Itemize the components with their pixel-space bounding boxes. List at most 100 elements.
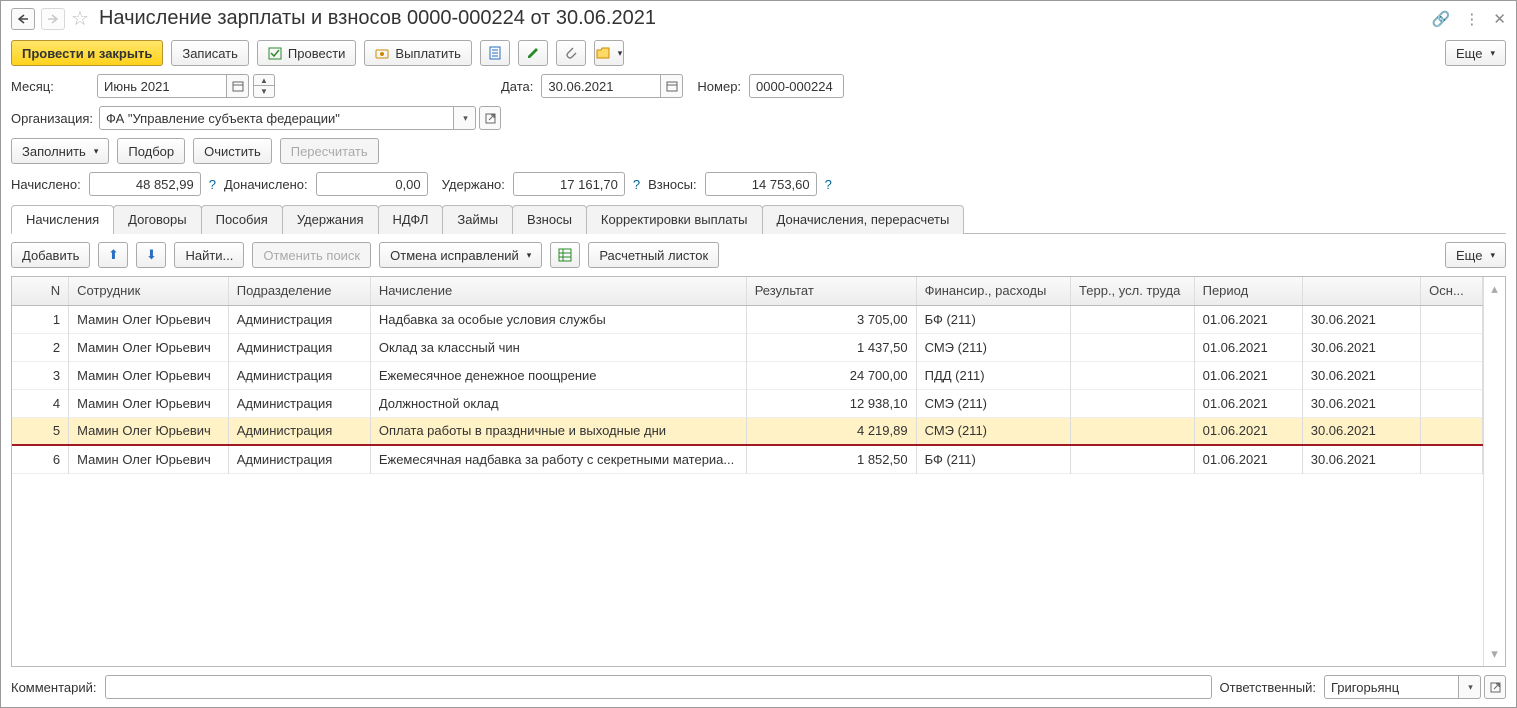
tab-1[interactable]: Договоры [113, 205, 201, 234]
move-up-button[interactable]: ⬆ [98, 242, 128, 268]
cell-n: 2 [12, 333, 69, 361]
scrollbar[interactable]: ▴ ▾ [1483, 277, 1505, 666]
number-input[interactable]: 0000-000224 [749, 74, 844, 98]
arrow-down-icon: ⬇ [146, 247, 157, 263]
col-period-end[interactable] [1302, 277, 1420, 305]
table-row[interactable]: 5Мамин Олег ЮрьевичАдминистрацияОплата р… [12, 417, 1483, 445]
link-icon[interactable]: 🔗 [1432, 10, 1451, 28]
table-row[interactable]: 1Мамин Олег ЮрьевичАдминистрацияНадбавка… [12, 305, 1483, 333]
col-period[interactable]: Период [1194, 277, 1302, 305]
month-input[interactable]: Июнь 2021 [97, 74, 227, 98]
col-employee[interactable]: Сотрудник [69, 277, 229, 305]
save-button[interactable]: Записать [171, 40, 249, 66]
fill-button[interactable]: Заполнить ▾ [11, 138, 109, 164]
tab-5[interactable]: Займы [442, 205, 513, 234]
cell-osn [1421, 361, 1483, 389]
arrow-left-icon [17, 14, 29, 24]
cell-dept: Администрация [228, 305, 370, 333]
arrow-right-icon [47, 14, 59, 24]
comment-input[interactable] [105, 675, 1212, 699]
nav-back-button[interactable] [11, 8, 35, 30]
open-icon [485, 113, 496, 124]
col-fin[interactable]: Финансир., расходы [916, 277, 1070, 305]
cell-result: 3 705,00 [746, 305, 916, 333]
responsible-open-button[interactable] [1484, 675, 1506, 699]
org-input[interactable]: ФА "Управление субъекта федерации" [99, 106, 454, 130]
add-button[interactable]: Добавить [11, 242, 90, 268]
pay-button[interactable]: Выплатить [364, 40, 472, 66]
page-title: Начисление зарплаты и взносов 0000-00022… [99, 7, 1426, 30]
help-icon[interactable]: ? [825, 177, 832, 192]
tab-6[interactable]: Взносы [512, 205, 587, 234]
cell-dept: Администрация [228, 417, 370, 445]
tab-2[interactable]: Пособия [201, 205, 283, 234]
number-label: Номер: [697, 79, 741, 94]
responsible-dropdown-button[interactable]: ▾ [1459, 675, 1481, 699]
payslip-button[interactable]: Расчетный листок [588, 242, 719, 268]
post-label: Провести [288, 46, 346, 61]
arrow-up-icon: ⬆ [108, 247, 119, 263]
col-n[interactable]: N [12, 277, 69, 305]
col-result[interactable]: Результат [746, 277, 916, 305]
report-button[interactable] [480, 40, 510, 66]
report-icon [488, 46, 502, 60]
folder-dropdown-button[interactable]: ▾ [594, 40, 624, 66]
help-icon[interactable]: ? [209, 177, 216, 192]
cancel-fix-button[interactable]: Отмена исправлений ▾ [379, 242, 542, 268]
edit-button[interactable] [518, 40, 548, 66]
pick-button[interactable]: Подбор [117, 138, 185, 164]
close-icon[interactable]: ✕ [1493, 10, 1506, 28]
nav-forward-button[interactable] [41, 8, 65, 30]
cell-employee: Мамин Олег Юрьевич [69, 333, 229, 361]
grid-more-button[interactable]: Еще ▾ [1445, 242, 1506, 268]
month-up-button[interactable]: ▲ [253, 74, 275, 86]
responsible-input[interactable]: Григорьянц [1324, 675, 1459, 699]
month-down-button[interactable]: ▼ [253, 86, 275, 98]
cell-period-start: 01.06.2021 [1194, 305, 1302, 333]
added-value[interactable]: 0,00 [316, 172, 428, 196]
move-down-button[interactable]: ⬇ [136, 242, 166, 268]
tab-0[interactable]: Начисления [11, 205, 114, 234]
find-button[interactable]: Найти... [174, 242, 244, 268]
date-label: Дата: [501, 79, 533, 94]
cell-fin: СМЭ (211) [916, 417, 1070, 445]
col-terr[interactable]: Терр., усл. труда [1071, 277, 1195, 305]
table-row[interactable]: 2Мамин Олег ЮрьевичАдминистрацияОклад за… [12, 333, 1483, 361]
more-button[interactable]: Еще ▾ [1445, 40, 1506, 66]
help-icon[interactable]: ? [633, 177, 640, 192]
post-icon [268, 46, 282, 60]
clear-button[interactable]: Очистить [193, 138, 272, 164]
table-settings-button[interactable] [550, 242, 580, 268]
col-osn[interactable]: Осн... [1421, 277, 1483, 305]
month-calendar-button[interactable] [227, 74, 249, 98]
more-vert-icon[interactable]: ⋮ [1464, 10, 1479, 28]
accrued-value[interactable]: 48 852,99 [89, 172, 201, 196]
favorite-icon[interactable]: ☆ [71, 6, 89, 31]
cell-result: 12 938,10 [746, 389, 916, 417]
cancel-find-button: Отменить поиск [252, 242, 371, 268]
col-dept[interactable]: Подразделение [228, 277, 370, 305]
tab-4[interactable]: НДФЛ [378, 205, 444, 234]
table-row[interactable]: 4Мамин Олег ЮрьевичАдминистрацияДолжност… [12, 389, 1483, 417]
withheld-value[interactable]: 17 161,70 [513, 172, 625, 196]
col-accrual[interactable]: Начисление [370, 277, 746, 305]
recalc-button: Пересчитать [280, 138, 379, 164]
org-dropdown-button[interactable]: ▾ [454, 106, 476, 130]
cell-dept: Администрация [228, 361, 370, 389]
post-and-close-button[interactable]: Провести и закрыть [11, 40, 163, 66]
table-row[interactable]: 3Мамин Олег ЮрьевичАдминистрацияЕжемесяч… [12, 361, 1483, 389]
attach-button[interactable] [556, 40, 586, 66]
tab-3[interactable]: Удержания [282, 205, 379, 234]
table-row[interactable]: 6Мамин Олег ЮрьевичАдминистрацияЕжемесяч… [12, 445, 1483, 473]
tab-7[interactable]: Корректировки выплаты [586, 205, 763, 234]
pay-icon [375, 46, 389, 60]
cell-period-end: 30.06.2021 [1302, 389, 1420, 417]
org-open-button[interactable] [479, 106, 501, 130]
date-input[interactable]: 30.06.2021 [541, 74, 661, 98]
more-label: Еще [1456, 46, 1482, 61]
contrib-value[interactable]: 14 753,60 [705, 172, 817, 196]
cell-period-end: 30.06.2021 [1302, 417, 1420, 445]
tab-8[interactable]: Доначисления, перерасчеты [762, 205, 965, 234]
post-button[interactable]: Провести [257, 40, 357, 66]
date-calendar-button[interactable] [661, 74, 683, 98]
